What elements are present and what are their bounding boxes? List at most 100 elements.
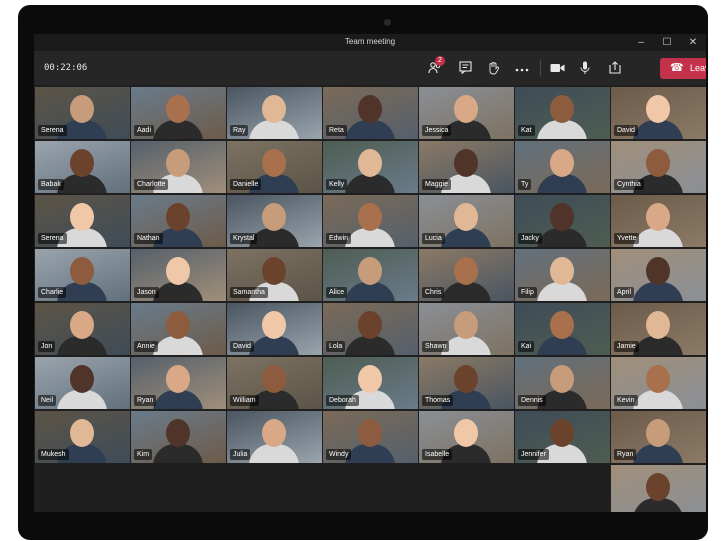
- participant-video-face: [550, 311, 574, 339]
- participant-tile[interactable]: Serena: [35, 195, 130, 247]
- participant-tile[interactable]: Krystal: [227, 195, 322, 247]
- participant-video-face: [454, 365, 478, 393]
- leave-button[interactable]: ☎ Leave: [660, 58, 706, 79]
- participant-tile[interactable]: Lucia: [419, 195, 514, 247]
- maximize-button[interactable]: ☐: [658, 36, 676, 49]
- participant-name: Lucia: [422, 233, 445, 244]
- participants-badge: 2: [435, 56, 445, 66]
- participant-tile[interactable]: Reta: [323, 87, 418, 139]
- participant-tile[interactable]: Jessica: [419, 87, 514, 139]
- participant-name: April: [614, 287, 635, 298]
- participant-name: Jennifer: [518, 449, 549, 460]
- participant-tile[interactable]: Maggie: [419, 141, 514, 193]
- teams-window: Team meeting – ☐ ✕ 00:22:06 2 ☎ Lea Sere…: [34, 34, 706, 512]
- participant-video-face: [358, 257, 382, 285]
- chat-icon[interactable]: [454, 57, 476, 79]
- leave-label: Leave: [690, 63, 706, 73]
- participant-tile[interactable]: Babak: [35, 141, 130, 193]
- participant-video-face: [166, 365, 190, 393]
- participant-tile[interactable]: David: [227, 303, 322, 355]
- participant-video-face: [646, 311, 670, 339]
- participant-name: David: [614, 125, 638, 136]
- participant-tile[interactable]: April: [611, 249, 706, 301]
- participant-video-face: [646, 95, 670, 123]
- camera-icon[interactable]: [546, 57, 568, 79]
- participant-tile[interactable]: Samantha: [227, 249, 322, 301]
- participant-name: Yvette: [614, 233, 640, 244]
- participant-name: Charlotte: [134, 179, 169, 190]
- participant-tile[interactable]: Alice: [323, 249, 418, 301]
- participant-tile[interactable]: Cynthia: [611, 141, 706, 193]
- participant-video-face: [646, 257, 670, 285]
- participant-tile[interactable]: Julia: [227, 411, 322, 463]
- participant-tile[interactable]: Charlotte: [131, 141, 226, 193]
- meeting-toolbar: 00:22:06 2 ☎ Leave: [34, 51, 706, 85]
- participant-name: Charlie: [38, 287, 67, 298]
- participant-tile[interactable]: Lola: [323, 303, 418, 355]
- participant-tile[interactable]: Shawn: [419, 303, 514, 355]
- participant-tile[interactable]: David: [611, 87, 706, 139]
- mic-icon[interactable]: [574, 57, 596, 79]
- hand-icon[interactable]: [482, 57, 504, 79]
- people-icon[interactable]: 2: [424, 56, 446, 79]
- participant-video-face: [70, 365, 94, 393]
- participant-video-face: [70, 257, 94, 285]
- participant-tile[interactable]: Ryan: [131, 357, 226, 409]
- participant-tile[interactable]: Aadi: [131, 87, 226, 139]
- participant-tile[interactable]: Jacky: [515, 195, 610, 247]
- participant-name: Kevin: [614, 395, 638, 406]
- participant-tile[interactable]: Edwin: [323, 195, 418, 247]
- close-button[interactable]: ✕: [684, 36, 702, 49]
- participant-tile[interactable]: Nathan: [131, 195, 226, 247]
- participant-video-face: [550, 203, 574, 231]
- participant-tile[interactable]: Chris: [419, 249, 514, 301]
- share-icon[interactable]: [604, 57, 626, 79]
- participant-name: Babak: [38, 179, 64, 190]
- participant-name: Isabelle: [422, 449, 453, 460]
- participant-tile[interactable]: Kim: [131, 411, 226, 463]
- participant-tile[interactable]: Kevin: [611, 357, 706, 409]
- participant-tile[interactable]: Neil: [35, 357, 130, 409]
- video-grid: Serena Aadi Ray Reta Jessica Kat David Babak Cha…: [35, 87, 706, 512]
- participant-name: Serena: [38, 233, 67, 244]
- participant-tile[interactable]: Yvette: [611, 195, 706, 247]
- participant-tile[interactable]: Jamie: [611, 303, 706, 355]
- participant-name: Annie: [134, 341, 158, 352]
- participant-tile[interactable]: [611, 465, 706, 512]
- toolbar-divider: [540, 60, 541, 76]
- participant-tile[interactable]: Kai: [515, 303, 610, 355]
- participant-video-face: [454, 419, 478, 447]
- participant-tile[interactable]: Ryan: [611, 411, 706, 463]
- participant-name: Ryan: [614, 449, 637, 460]
- participant-tile[interactable]: Windy: [323, 411, 418, 463]
- participant-name: Jon: [38, 341, 56, 352]
- participant-tile[interactable]: Ray: [227, 87, 322, 139]
- participant-tile[interactable]: Mukesh: [35, 411, 130, 463]
- participant-tile[interactable]: Serena: [35, 87, 130, 139]
- participant-tile[interactable]: Danielle: [227, 141, 322, 193]
- participant-name: Maggie: [422, 179, 451, 190]
- participant-tile[interactable]: Ty: [515, 141, 610, 193]
- participant-name: Krystal: [230, 233, 258, 244]
- participant-video-face: [262, 203, 286, 231]
- participant-tile[interactable]: Kat: [515, 87, 610, 139]
- participant-tile[interactable]: Isabelle: [419, 411, 514, 463]
- participant-tile[interactable]: Jason: [131, 249, 226, 301]
- participant-tile[interactable]: William: [227, 357, 322, 409]
- participant-name: Reta: [326, 125, 347, 136]
- participant-tile[interactable]: Jon: [35, 303, 130, 355]
- more-icon[interactable]: [511, 57, 533, 79]
- participant-tile[interactable]: Filip: [515, 249, 610, 301]
- participant-tile[interactable]: Annie: [131, 303, 226, 355]
- participant-tile[interactable]: Charlie: [35, 249, 130, 301]
- participant-tile[interactable]: Deborah: [323, 357, 418, 409]
- participant-tile[interactable]: Dennis: [515, 357, 610, 409]
- participant-name: Kat: [518, 125, 535, 136]
- participant-video-face: [166, 203, 190, 231]
- minimize-button[interactable]: –: [632, 36, 650, 49]
- participant-tile[interactable]: Kelly: [323, 141, 418, 193]
- participant-video-face: [262, 311, 286, 339]
- participant-tile[interactable]: Thomas: [419, 357, 514, 409]
- participant-tile[interactable]: Jennifer: [515, 411, 610, 463]
- participant-video-face: [358, 311, 382, 339]
